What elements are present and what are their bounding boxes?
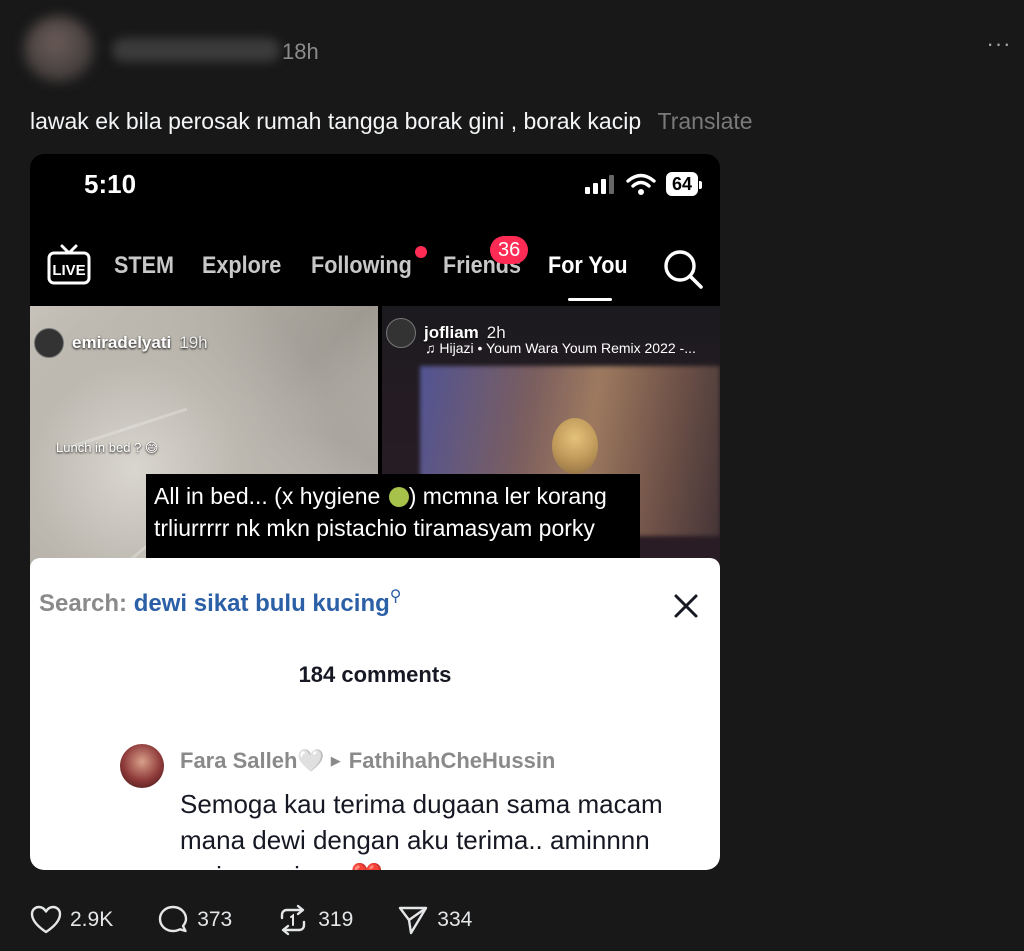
tile-author: emiradelyati 19h: [34, 328, 208, 358]
music-note-icon: ♫: [425, 340, 440, 356]
live-label: LIVE: [52, 262, 85, 279]
person-figure: [552, 418, 598, 474]
tile-avatar[interactable]: [34, 328, 64, 358]
translate-link[interactable]: Translate: [658, 108, 753, 134]
tab-for-you[interactable]: For You: [548, 252, 628, 280]
tile-username[interactable]: emiradelyati: [72, 333, 171, 353]
following-notification-dot: [415, 246, 427, 258]
reply-arrow-icon: ▶: [330, 753, 341, 768]
post-caption: lawak ek bila perosak rumah tangga borak…: [30, 108, 753, 135]
comment-count: 184 comments: [298, 662, 452, 687]
like-count: 2.9K: [70, 908, 114, 931]
share-count: 334: [437, 908, 473, 931]
more-options-button[interactable]: ···: [984, 33, 1014, 60]
status-time: 5:10: [84, 169, 137, 199]
tab-following[interactable]: Following: [311, 252, 412, 280]
comment-bubble-icon: [159, 905, 188, 933]
like-button[interactable]: 2.9K: [30, 905, 113, 935]
repost-count: 319: [318, 908, 354, 931]
active-tab-indicator: [568, 298, 612, 301]
author-name-blurred[interactable]: [112, 38, 280, 62]
status-bar: 5:10 64: [30, 154, 720, 218]
search-suggestion[interactable]: Search: dewi sikat bulu kucing⚲: [39, 586, 401, 618]
embedded-screenshot[interactable]: 5:10 64 LIVE STEM Explore Following Frie…: [30, 154, 720, 870]
comments-sheet: Search: dewi sikat bulu kucing⚲ 184 comm…: [30, 558, 720, 870]
live-tv-icon[interactable]: LIVE: [46, 242, 92, 288]
tab-stem[interactable]: STEM: [114, 252, 174, 280]
tile-caption: Lunch in bed ? 😅: [56, 440, 159, 455]
battery-indicator: 64: [665, 172, 703, 196]
friends-badge: 36: [490, 236, 529, 264]
search-icon[interactable]: [662, 248, 704, 290]
post-timestamp: 18h: [282, 39, 319, 64]
tile-time: 19h: [179, 333, 208, 352]
comment-author-line: Fara Salleh🤍 ▶ FathihahCheHussin: [180, 748, 555, 774]
send-icon: [399, 906, 428, 935]
comment-button[interactable]: 373: [157, 904, 232, 936]
tiktok-top-nav: LIVE STEM Explore Following Friends For …: [30, 232, 720, 304]
heart-icon: [30, 905, 62, 934]
status-indicators: 64: [584, 172, 703, 196]
overlay-line-1-end: ) mcmna ler korang: [408, 483, 607, 509]
search-term[interactable]: dewi sikat bulu kucing: [134, 590, 390, 617]
overlay-line-2: trliurrrrr nk mkn pistachio tiramasyam p…: [154, 515, 595, 541]
wifi-icon: [626, 173, 656, 195]
tile-avatar[interactable]: [386, 318, 416, 348]
comment-text: Semoga kau terima dugaan sama macam mana…: [180, 789, 663, 870]
repost-button[interactable]: 319: [276, 904, 353, 936]
overlay-line-1-start: All in bed... (x hygiene: [154, 483, 381, 509]
signal-icon: [584, 175, 614, 194]
author-avatar[interactable]: [24, 16, 94, 82]
post-header: 18h ···: [24, 16, 1014, 86]
commenter-name[interactable]: Fara Salleh🤍: [180, 748, 325, 773]
tab-explore[interactable]: Explore: [202, 252, 281, 280]
small-search-icon: ⚲: [389, 588, 402, 605]
repost-icon: [281, 904, 306, 936]
caption-text: lawak ek bila perosak rumah tangga borak…: [30, 108, 642, 134]
search-prefix: Search:: [39, 590, 128, 617]
share-button[interactable]: 334: [397, 904, 472, 936]
overlay-line-1: All in bed... (x hygiene ) mcmna ler kor…: [154, 480, 632, 512]
post-actions: 2.9K 373 319 334: [30, 904, 516, 936]
music-title: Hijazi • Youm Wara Youm Remix 2022 -...: [439, 340, 696, 356]
commenter-avatar[interactable]: [120, 744, 164, 788]
sick-face-icon: [388, 487, 409, 507]
overlay-caption: All in bed... (x hygiene ) mcmna ler kor…: [146, 474, 640, 564]
music-line[interactable]: ♫ Hijazi • Youm Wara Youm Remix 2022 -..…: [425, 340, 696, 356]
comment-count-action: 373: [197, 908, 233, 931]
close-icon[interactable]: [670, 590, 702, 622]
reply-to-name[interactable]: FathihahCheHussin: [349, 748, 556, 773]
